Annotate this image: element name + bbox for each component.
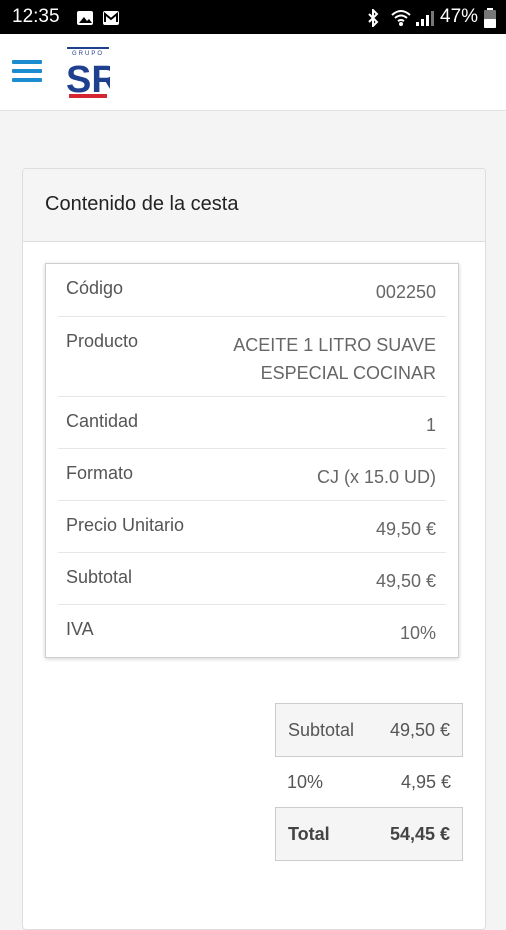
row-label: Producto (66, 331, 139, 351)
detail-row-codigo: Código 002250 (58, 264, 446, 317)
row-value: 10% (399, 623, 436, 643)
hamburger-icon-line (12, 69, 42, 73)
totals-table: Subtotal 49,50 € 10% 4,95 € Total 54,45 … (275, 703, 463, 861)
row-label: Cantidad (66, 411, 139, 431)
grupo-sr-logo[interactable]: GRUPO SR (66, 44, 110, 100)
detail-row-cantidad: Cantidad 1 (58, 397, 446, 449)
subtotal-label: Subtotal (288, 719, 355, 740)
detail-row-formato: Formato CJ (x 15.0 UD) (58, 449, 446, 501)
row-value: 1 (425, 415, 436, 435)
hamburger-icon-line (12, 78, 42, 82)
tax-value: 4,95 € (400, 771, 451, 792)
mail-icon (103, 11, 119, 25)
detail-row-precio-unitario: Precio Unitario 49,50 € (58, 501, 446, 553)
row-value: 002250 (375, 282, 436, 302)
tax-label: 10% (287, 771, 324, 792)
hamburger-icon-line (12, 60, 42, 64)
row-value: 49,50 € (375, 519, 436, 539)
row-label: IVA (66, 619, 94, 639)
detail-row-subtotal: Subtotal 49,50 € (58, 553, 446, 605)
menu-button[interactable] (12, 60, 42, 84)
subtotal-value: 49,50 € (389, 719, 450, 740)
totals-subtotal-row: Subtotal 49,50 € (275, 703, 463, 757)
gallery-icon (77, 11, 93, 25)
row-label: Código (66, 278, 124, 298)
totals-tax-row: 10% 4,95 € (275, 757, 463, 807)
signal-icon (416, 11, 434, 26)
app-header: GRUPO SR (0, 34, 506, 111)
svg-text:SR: SR (66, 59, 110, 100)
row-value: CJ (x 15.0 UD) (316, 467, 436, 487)
total-value: 54,45 € (389, 823, 450, 844)
row-label: Formato (66, 463, 134, 483)
totals-total-row: Total 54,45 € (275, 807, 463, 861)
row-label: Precio Unitario (66, 515, 185, 535)
card-title: Contenido de la cesta (45, 193, 239, 215)
row-value: 49,50 € (375, 571, 436, 591)
product-details: Código 002250 Producto ACEITE 1 LITRO SU… (45, 263, 459, 658)
row-value: ACEITE 1 LITRO SUAVE ESPECIAL COCINAR (233, 335, 436, 383)
detail-row-iva: IVA 10% (58, 605, 446, 657)
basket-card: Contenido de la cesta Código 002250 Prod… (22, 168, 486, 930)
detail-row-producto: Producto ACEITE 1 LITRO SUAVE ESPECIAL C… (58, 317, 446, 397)
row-label: Subtotal (66, 567, 133, 587)
svg-text:GRUPO: GRUPO (72, 51, 104, 57)
status-time: 12:35 (12, 6, 60, 27)
total-label: Total (288, 823, 330, 844)
bluetooth-icon (368, 9, 379, 27)
wifi-icon (391, 10, 411, 26)
battery-percent: 47% (440, 6, 479, 27)
status-bar: 12:35 47% (0, 0, 506, 34)
battery-icon (484, 8, 496, 28)
